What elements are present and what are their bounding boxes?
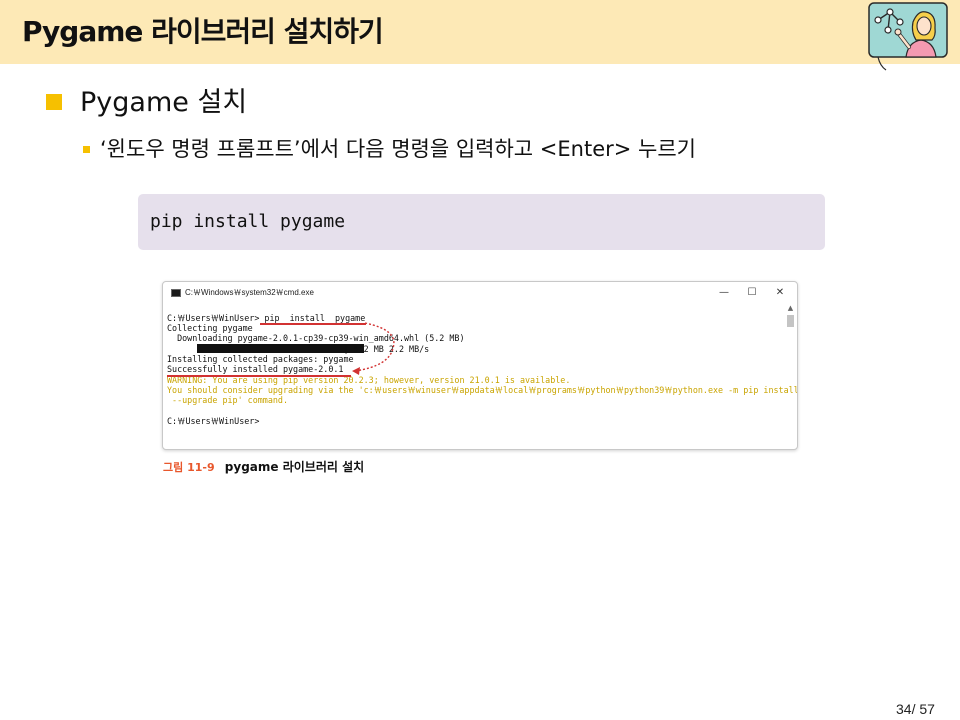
slide-header: Pygame 라이브러리 설치하기 [0, 0, 960, 71]
figure-caption: 그림 11-9 pygame 라이브러리 설치 [163, 458, 364, 477]
sub-bullet-text: ‘윈도우 명령 프롬프트’에서 다음 명령을 입력하고 <Enter> 누르기 [100, 137, 696, 161]
teacher-pointing-icon [868, 2, 948, 71]
scroll-up-icon[interactable]: ▲ [785, 304, 796, 313]
code-block: pip install pygame [138, 194, 825, 250]
cmd-window-screenshot: C:￦Windows￦system32￦cmd.exe — ☐ ✕ C:￦Use… [162, 281, 798, 450]
slide-title: Pygame 라이브러리 설치하기 [22, 15, 384, 48]
annotation-arrow-icon [352, 322, 395, 375]
sub-bullet-square-icon [83, 146, 90, 153]
bullet-square-icon [46, 94, 62, 110]
console-warning-line: You should consider upgrading via the 'c… [167, 385, 798, 395]
console-app-icon [171, 289, 181, 297]
console-line: Successfully installed pygame-2.0.1 [167, 364, 344, 374]
console-line: Installing collected packages: pygame [167, 354, 354, 364]
cmd-window-title: C:￦Windows￦system32￦cmd.exe [185, 288, 314, 297]
scrollbar-thumb[interactable] [787, 315, 794, 327]
figure-number: 그림 11-9 [163, 461, 215, 474]
code-command: pip install pygame [150, 211, 346, 232]
console-warning-line: --upgrade pip' command. [167, 395, 289, 405]
page-number: 34/ 57 [896, 701, 935, 717]
cmd-titlebar: C:￦Windows￦system32￦cmd.exe — ☐ ✕ [163, 282, 797, 304]
figure-caption-text: pygame 라이브러리 설치 [224, 460, 365, 474]
bullet-heading: Pygame 설치 [80, 87, 248, 118]
minimize-icon[interactable]: — [715, 285, 733, 301]
cmd-console-output: C:￦Users￦WinUser> pip install pygame Col… [167, 312, 797, 448]
console-line: Collecting pygame [167, 323, 253, 333]
maximize-icon[interactable]: ☐ [743, 285, 761, 301]
success-underline [167, 375, 351, 377]
console-prompt-line: C:￦Users￦WinUser> [167, 416, 260, 426]
close-icon[interactable]: ✕ [771, 285, 789, 301]
console-line: C:￦Users￦WinUser> pip install pygame [167, 313, 366, 323]
console-line: Downloading pygame-2.0.1-cp39-cp39-win_a… [167, 333, 465, 343]
vertical-scrollbar[interactable]: ▲ [785, 304, 796, 449]
